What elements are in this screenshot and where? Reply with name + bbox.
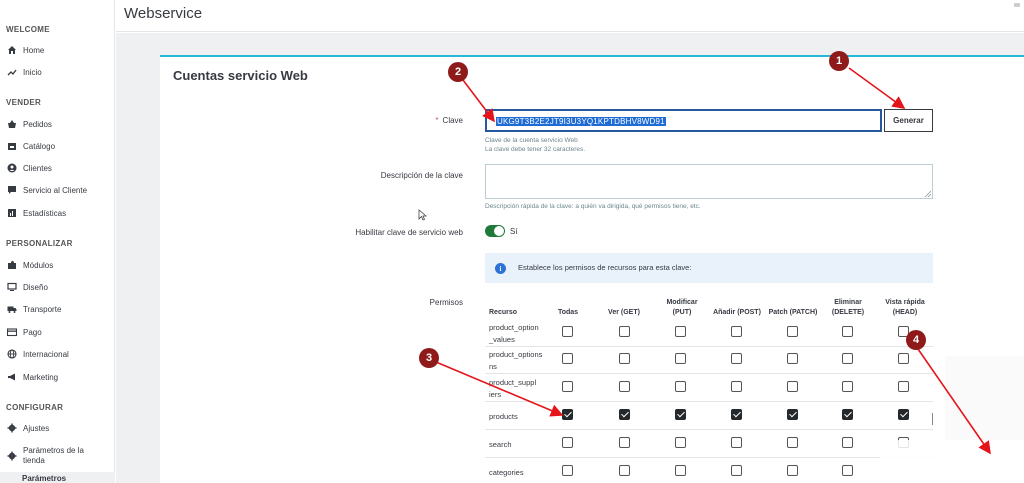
arrow-1 <box>848 67 906 109</box>
annotation-badge-1: 1 <box>829 51 849 71</box>
annotation-badge-2: 2 <box>448 62 468 82</box>
arrow-3 <box>435 361 564 417</box>
annotation-badge-3: 3 <box>419 348 439 368</box>
annotation-badge-4: 4 <box>906 330 926 350</box>
arrow-2 <box>462 79 495 123</box>
annotation-arrows <box>435 67 991 455</box>
arrow-4 <box>917 348 991 455</box>
